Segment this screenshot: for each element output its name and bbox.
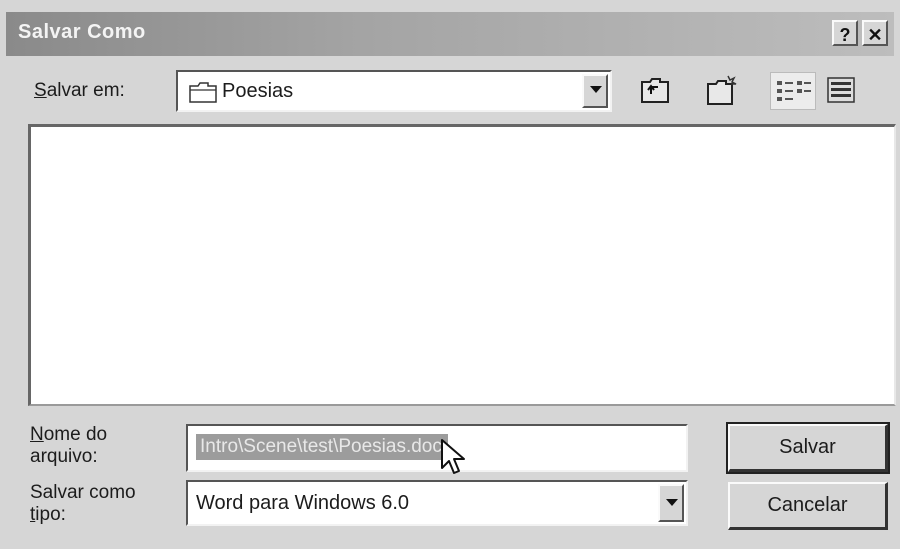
create-new-folder-button[interactable] [702, 72, 740, 110]
dialog-title: Salvar Como [18, 21, 146, 43]
save-in-label: Salvar em: [34, 80, 125, 101]
filetype-dropdown-button[interactable] [658, 484, 684, 522]
cancel-button[interactable]: Cancelar [728, 482, 888, 530]
filetype-value: Word para Windows 6.0 [196, 492, 410, 514]
filename-selected-text: Intro\Scene\test\Poesias.doc [196, 434, 448, 460]
folder-icon [188, 80, 218, 109]
title-bar[interactable]: Salvar Como ? ✕ [6, 12, 894, 56]
list-view-icon [777, 81, 811, 101]
chevron-down-icon [590, 86, 602, 93]
close-button[interactable]: ✕ [862, 20, 888, 46]
filetype-label: Salvar como tipo: [30, 482, 136, 525]
save-in-dropdown[interactable]: Poesias [176, 70, 612, 112]
list-view-button[interactable] [770, 72, 816, 110]
details-view-button[interactable] [820, 72, 864, 110]
help-button[interactable]: ? [832, 20, 858, 46]
filetype-dropdown[interactable]: Word para Windows 6.0 [186, 480, 688, 526]
new-folder-icon [707, 75, 737, 105]
up-folder-icon [641, 78, 669, 103]
filename-label: Nome do arquivo: [30, 424, 108, 467]
save-button[interactable]: Salvar [726, 422, 890, 474]
save-as-dialog: Salvar Como ? ✕ Salvar em: Poesias Nome … [0, 0, 900, 549]
save-in-dropdown-button[interactable] [582, 74, 608, 108]
chevron-down-icon [666, 499, 678, 506]
up-one-level-button[interactable] [636, 72, 674, 110]
filename-input[interactable]: Intro\Scene\test\Poesias.doc [186, 424, 688, 472]
save-in-value: Poesias [222, 80, 294, 102]
file-list[interactable] [28, 124, 896, 406]
details-view-icon [827, 77, 855, 103]
mouse-cursor-icon [440, 438, 470, 483]
